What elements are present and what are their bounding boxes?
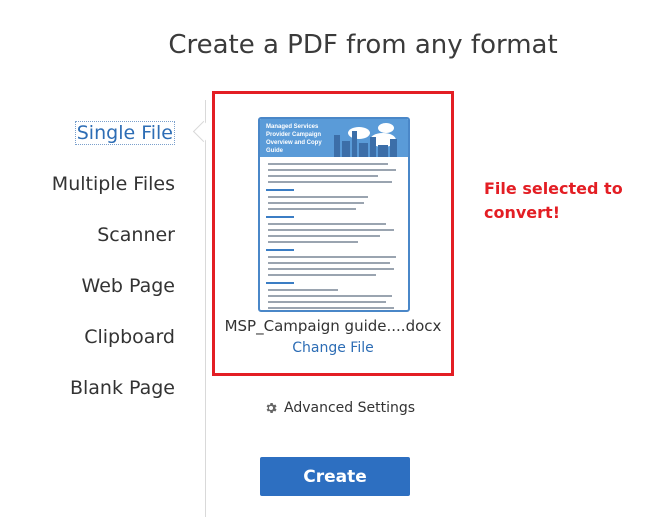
thumbnail-text-line [268,307,394,309]
advanced-settings-link[interactable]: Advanced Settings [264,400,415,416]
thumbnail-text-line [268,223,386,225]
nav-item-web-page[interactable]: Web Page [82,275,175,297]
nav-item-blank-page[interactable]: Blank Page [70,377,175,399]
thumbnail-heading-line [266,189,294,191]
annotation-callout: File selected to convert! [484,179,623,222]
thumbnail-heading-line [266,216,294,218]
thumbnail-text-line [268,241,358,243]
thumbnail-text-line [268,181,392,183]
thumbnail-heading-line [266,249,294,251]
thumbnail-text-line [268,163,388,165]
advanced-settings-label: Advanced Settings [284,400,416,416]
thumbnail-text-line [268,262,390,264]
thumbnail-text-line [268,268,394,270]
nav-item-multiple-files[interactable]: Multiple Files [52,173,175,195]
gear-icon [266,402,277,414]
thumbnail-text-line [268,196,368,198]
create-button[interactable]: Create [260,457,410,496]
thumbnail-text-line [268,235,380,237]
thumbnail-text-line [268,295,392,297]
thumbnail-heading-line [266,282,294,284]
nav-item-clipboard[interactable]: Clipboard [84,326,175,348]
page-title: Create a PDF from any format [168,30,558,60]
thumbnail-title: Managed Services Provider Campaign Overv… [266,124,322,154]
active-nav-pointer [192,120,215,143]
thumbnail-text-line [268,202,364,204]
thumbnail-banner: Managed Services Provider Campaign Overv… [260,119,408,157]
thumbnail-text-line [268,229,394,231]
nav-divider [205,100,206,517]
thumbnail-text-line [268,301,386,303]
file-thumbnail[interactable]: Managed Services Provider Campaign Overv… [258,117,410,312]
nav-item-single-file[interactable]: Single File [74,121,175,145]
nav-item-scanner[interactable]: Scanner [97,224,175,246]
thumbnail-text-line [268,256,396,258]
change-file-link[interactable]: Change File [212,340,454,356]
thumbnail-text-line [268,208,356,210]
thumbnail-text-line [268,289,338,291]
thumbnail-text-line [268,175,378,177]
file-name: MSP_Campaign guide....docx [224,317,442,335]
thumbnail-text-line [268,169,396,171]
thumbnail-text-line [268,274,376,276]
